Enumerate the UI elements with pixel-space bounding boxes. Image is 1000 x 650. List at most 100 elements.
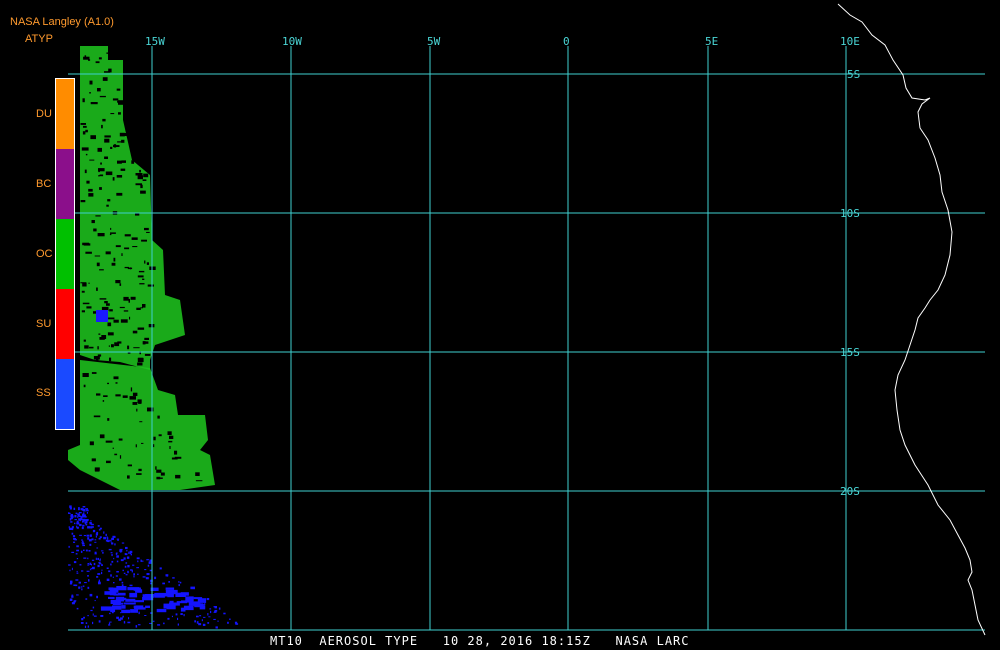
ss-pixel	[99, 561, 101, 564]
swath-gap	[130, 296, 136, 300]
ss-pixel	[183, 614, 185, 617]
ss-pixel	[94, 600, 96, 602]
ss-pixel	[87, 563, 89, 565]
ss-pixel	[95, 535, 97, 538]
ss-pixel	[124, 565, 127, 568]
ss-pixel	[135, 625, 138, 628]
ss-pixel	[171, 615, 173, 618]
ss-pixel	[81, 527, 84, 530]
ss-pixel	[92, 529, 96, 533]
ss-pixel	[136, 557, 140, 560]
ss-pixel	[179, 581, 182, 584]
ss-pixel	[178, 584, 180, 587]
ss-pixel	[85, 598, 88, 600]
swath-gap	[105, 440, 113, 443]
ss-pixel	[86, 519, 89, 521]
ss-pixel	[73, 507, 76, 510]
ss-pixel	[82, 544, 85, 547]
ss-pixel	[116, 571, 119, 573]
swath-gap	[137, 358, 144, 363]
swath-gap	[90, 135, 96, 140]
lon-label-10e: 10E	[840, 35, 860, 48]
swath-gap	[80, 282, 87, 284]
ss-pixel	[91, 559, 95, 561]
ss-pixel	[108, 624, 111, 626]
ss-pixel	[92, 613, 94, 616]
ss-pixel	[90, 520, 92, 522]
ss-pixel	[85, 549, 88, 552]
ss-pixel	[95, 557, 97, 560]
swath-gap	[109, 234, 112, 236]
swath-gap	[101, 124, 103, 129]
swath-gap	[167, 431, 172, 435]
ss-pixel	[73, 538, 76, 540]
swath-gap	[129, 316, 131, 320]
swath-gap	[143, 147, 150, 150]
swath-gap	[110, 146, 113, 149]
swath-gap	[129, 396, 136, 400]
ss-pixel	[76, 570, 78, 572]
ss-pixel	[95, 533, 98, 536]
ss-pixel	[159, 593, 172, 597]
swath-gap	[94, 467, 100, 471]
ss-pixel	[209, 608, 212, 610]
ss-pixel	[145, 605, 150, 608]
ss-pixel	[81, 588, 83, 591]
ss-pixel	[115, 575, 118, 577]
swath-gap	[118, 53, 126, 58]
ss-pixel	[87, 537, 90, 540]
ss-pixel	[177, 617, 179, 620]
swath-gap	[138, 468, 142, 472]
swath-gap	[142, 179, 147, 181]
ss-pixel	[69, 598, 73, 601]
swath-gap	[135, 173, 143, 176]
ss-pixel	[74, 522, 76, 525]
ss-pixel	[94, 541, 97, 543]
swath-gap	[142, 341, 146, 345]
ss-pixel	[137, 573, 139, 575]
swath-gap	[84, 169, 87, 174]
ss-pixel	[121, 605, 126, 609]
swath-gap	[85, 129, 88, 133]
swath-gap	[180, 399, 185, 403]
ss-pixel	[101, 564, 103, 566]
ss-pixel	[106, 567, 109, 569]
swath-gap	[113, 144, 117, 148]
swath-gap	[135, 444, 137, 448]
ss-pixel	[126, 550, 128, 552]
ss-pixel	[117, 592, 126, 596]
swath-gap	[80, 200, 86, 203]
ss-pixel	[68, 545, 70, 548]
ss-pixel	[136, 567, 139, 569]
swath-gap	[140, 190, 146, 194]
swath-gap	[98, 333, 101, 335]
swath-gap	[91, 458, 96, 462]
swath-gap	[137, 362, 143, 366]
swath-gap	[144, 337, 149, 340]
ss-pixel	[77, 526, 79, 529]
ss-pixel	[76, 594, 79, 596]
ss-pixel	[70, 580, 73, 583]
swath-gap	[128, 124, 135, 126]
ss-pixel	[79, 515, 82, 517]
swath-gap	[104, 156, 108, 159]
swath-gap	[168, 440, 173, 443]
ss-pixel	[206, 598, 210, 601]
ss-pixel	[113, 582, 115, 584]
ss-pixel	[125, 574, 128, 576]
swath-gap	[102, 118, 106, 122]
swath-gap	[109, 357, 112, 362]
lat-label-10s: 10S	[840, 207, 860, 220]
swath-gap	[98, 175, 100, 177]
ss-pixel	[68, 512, 71, 514]
ss-pixel	[83, 557, 87, 559]
ss-pixel	[133, 573, 135, 576]
ss-pixel	[70, 514, 73, 516]
ss-pixel	[198, 623, 202, 626]
ss-pixel	[79, 564, 82, 566]
swath-gap	[107, 382, 109, 385]
ss-pixel	[201, 619, 203, 622]
lon-label-5w: 5W	[427, 35, 441, 48]
swath-gap	[96, 393, 101, 396]
ss-pixel	[111, 554, 113, 557]
